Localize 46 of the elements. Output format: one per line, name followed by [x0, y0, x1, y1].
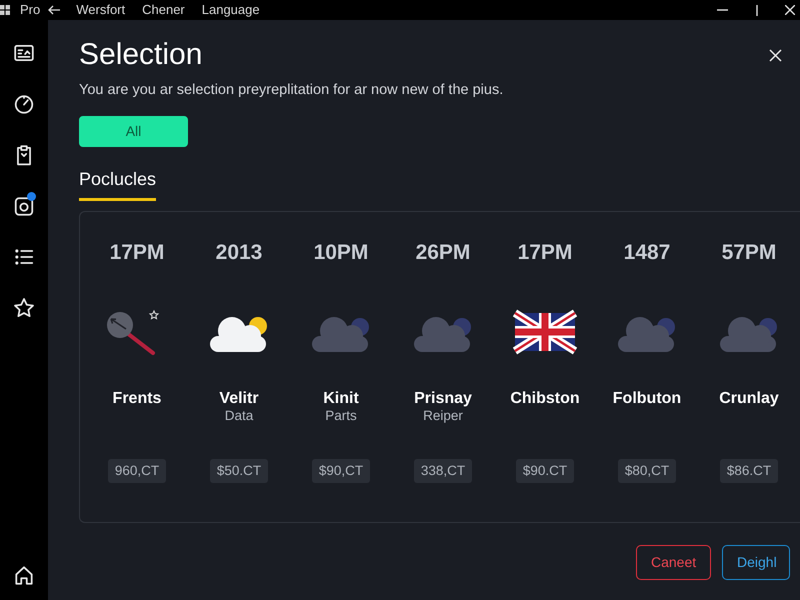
menu-item[interactable]: Wersfort: [76, 2, 126, 18]
menu-item[interactable]: Language: [202, 2, 260, 18]
item-name: Folbuton: [612, 390, 682, 408]
price-tag: 960,CT: [108, 459, 166, 483]
app-name: Pro: [20, 2, 40, 18]
price-tag: $50.CT: [210, 459, 268, 483]
flag-icon: [513, 308, 577, 356]
price-tag: $80,CT: [618, 459, 676, 483]
cancel-button[interactable]: Caneet: [636, 545, 711, 580]
close-icon[interactable]: [785, 5, 795, 15]
item-name: Crunlay: [719, 390, 779, 408]
grid-icon: [0, 5, 10, 15]
time-label: 57PM: [722, 241, 776, 265]
item-subtitle: Parts: [325, 408, 357, 424]
time-label: 17PM: [518, 241, 572, 265]
item-name: Velitr: [219, 390, 259, 408]
gauge-icon: [13, 93, 35, 115]
time-label: 1487: [624, 241, 670, 265]
time-label: 2013: [216, 241, 262, 265]
price-tag: $90.CT: [516, 459, 574, 483]
vertical-line-icon[interactable]: [756, 4, 758, 16]
item-subtitle: Reiper: [423, 408, 463, 424]
time-label: 10PM: [314, 241, 368, 265]
menu-item[interactable]: Chener: [142, 2, 185, 18]
item-name: Frents: [112, 390, 162, 408]
dialog-title: Selection: [79, 37, 204, 73]
time-label: 26PM: [416, 241, 470, 265]
filter-button[interactable]: All: [79, 116, 188, 147]
card-icon: [13, 42, 35, 64]
back-arrow-icon[interactable]: [47, 5, 60, 15]
star-icon: [13, 297, 35, 319]
item-name: Chibston: [510, 390, 580, 408]
confirm-button[interactable]: Deighl: [722, 545, 790, 580]
price-tag: $90,CT: [312, 459, 370, 483]
item-name: Prisnay: [414, 390, 472, 408]
price-tag: 338,CT: [414, 459, 472, 483]
minimize-icon[interactable]: [717, 9, 728, 11]
item-name: Kinit: [323, 390, 359, 408]
price-tag: $86.CT: [720, 459, 778, 483]
close-icon[interactable]: [769, 48, 782, 62]
tab[interactable]: Poclucles: [79, 168, 156, 201]
time-label: 17PM: [110, 241, 164, 265]
camera-icon: [13, 195, 35, 217]
item-subtitle: Data: [224, 408, 254, 424]
home-icon: [13, 564, 35, 586]
dialog-description: You are you ar selection preyreplitation for ar now new of the pius.: [79, 81, 504, 100]
